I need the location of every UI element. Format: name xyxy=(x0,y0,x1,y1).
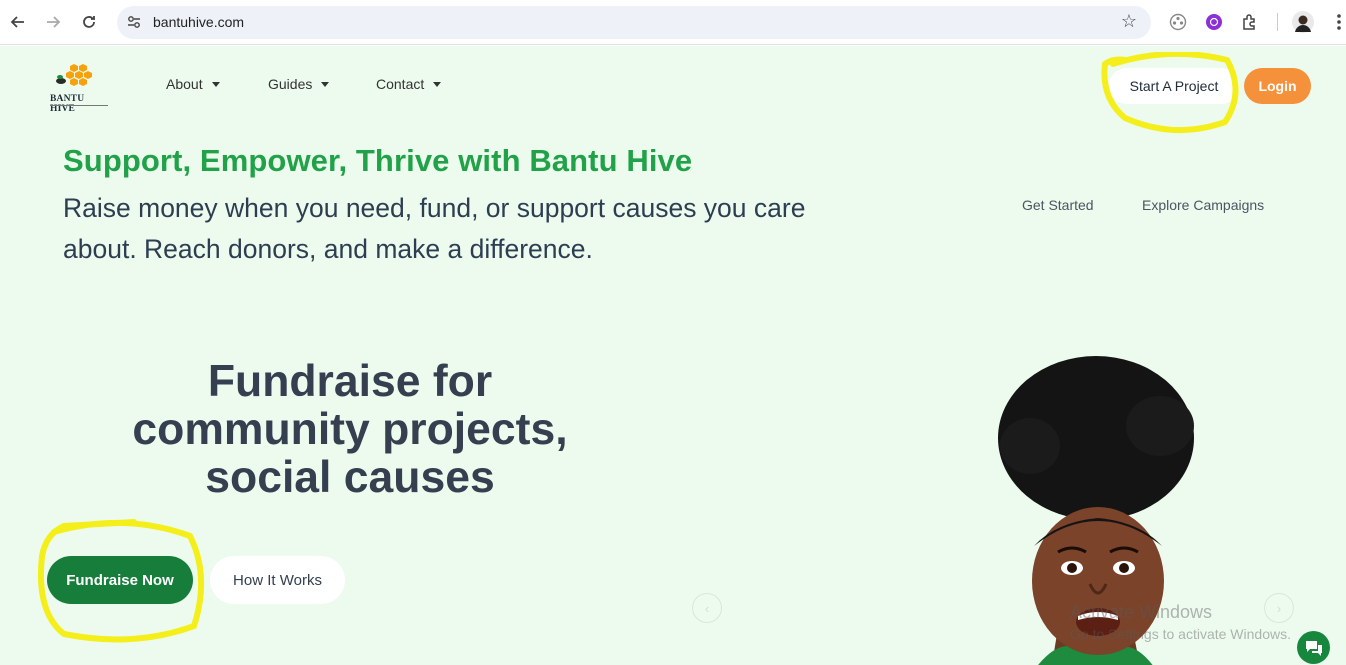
nav-about-label: About xyxy=(166,76,203,92)
chat-widget-button[interactable] xyxy=(1297,631,1330,664)
kebab-menu-icon[interactable] xyxy=(1328,11,1346,33)
chevron-down-icon xyxy=(433,81,442,87)
profile-avatar-icon[interactable] xyxy=(1292,11,1314,33)
nav-contact-label: Contact xyxy=(376,76,425,92)
explore-campaigns-link[interactable]: Explore Campaigns xyxy=(1142,197,1264,213)
nav-guides[interactable]: Guides xyxy=(268,76,330,92)
extension-purple-icon[interactable] xyxy=(1203,11,1225,33)
windows-watermark-title: Activate Windows xyxy=(1070,602,1213,622)
fundraise-now-button[interactable]: Fundraise Now xyxy=(47,556,193,604)
logo-text: BANTU HIVE xyxy=(50,94,85,114)
logo-tagline-line xyxy=(50,105,108,106)
hero-title-line: community projects, xyxy=(132,405,568,454)
back-arrow-icon[interactable] xyxy=(8,12,28,32)
url-text: bantuhive.com xyxy=(153,14,245,30)
hero-title: Fundraise for community projects, social… xyxy=(70,358,630,502)
site-settings-icon[interactable] xyxy=(126,14,142,30)
chevron-down-icon xyxy=(211,81,220,87)
chevron-down-icon xyxy=(321,81,330,87)
windows-watermark-subtitle: Go to Settings to activate Windows. xyxy=(1070,626,1291,642)
slider-prev-icon[interactable]: ‹ xyxy=(692,593,722,623)
browser-toolbar: bantuhive.com ☆ xyxy=(0,0,1346,45)
login-button[interactable]: Login xyxy=(1244,68,1311,104)
slider-next-icon[interactable]: › xyxy=(1264,593,1294,623)
extension-film-icon[interactable] xyxy=(1167,11,1189,33)
hero-title-line: social causes xyxy=(205,453,495,502)
nav-about[interactable]: About xyxy=(166,76,220,92)
hero-title-line: Fundraise for xyxy=(207,357,493,406)
bookmark-star-icon[interactable]: ☆ xyxy=(1121,11,1137,32)
chat-bubbles-icon xyxy=(1305,640,1322,656)
how-it-works-button[interactable]: How It Works xyxy=(210,556,345,604)
nav-contact[interactable]: Contact xyxy=(376,76,442,92)
extensions-puzzle-icon[interactable] xyxy=(1239,11,1261,33)
landing-page: BANTU HIVE About Guides Contact Start A … xyxy=(0,46,1346,665)
forward-arrow-icon[interactable] xyxy=(43,12,63,32)
reload-icon[interactable] xyxy=(79,12,99,32)
intro-subline: Raise money when you need, fund, or supp… xyxy=(63,193,806,264)
get-started-link[interactable]: Get Started xyxy=(1022,197,1094,213)
address-bar[interactable]: bantuhive.com ☆ xyxy=(117,6,1151,39)
nav-guides-label: Guides xyxy=(268,76,313,92)
toolbar-divider xyxy=(1277,13,1278,31)
intro-headline: Support, Empower, Thrive with Bantu Hive xyxy=(63,143,693,178)
start-project-button[interactable]: Start A Project xyxy=(1109,68,1239,104)
honeycomb-logo-icon xyxy=(56,64,92,86)
site-logo[interactable]: BANTU HIVE xyxy=(48,64,110,114)
